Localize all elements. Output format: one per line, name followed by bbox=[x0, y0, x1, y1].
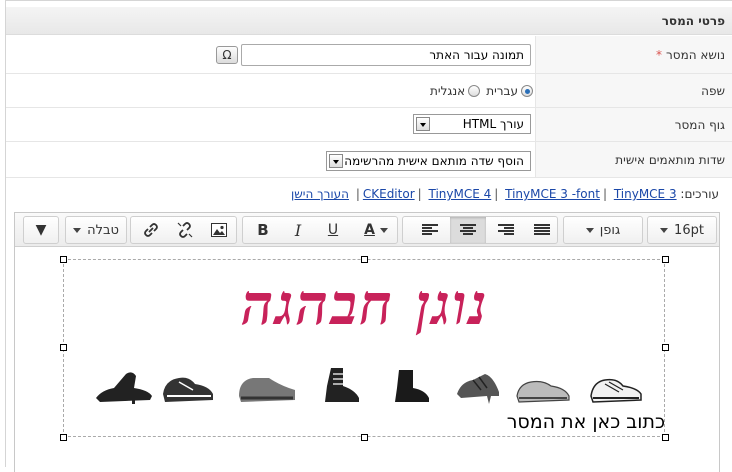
resize-handle[interactable] bbox=[60, 344, 67, 351]
table-dropdown[interactable]: טבלה bbox=[65, 216, 127, 244]
link-icon bbox=[144, 223, 158, 237]
align-justify-button[interactable] bbox=[525, 217, 558, 243]
radio-icon[interactable] bbox=[468, 84, 481, 97]
custom-fields-select[interactable]: הוסף שדה מותאם אישית מהרשימה bbox=[326, 151, 531, 171]
image-icon bbox=[211, 223, 227, 237]
custom-fields-selected: הוסף שדה מותאם אישית מהרשימה bbox=[344, 154, 524, 168]
panel-title: פרטי המסר bbox=[6, 7, 732, 35]
italic-icon: I bbox=[294, 220, 302, 240]
font-size-value: 16pt bbox=[674, 222, 704, 238]
shoe-icon bbox=[590, 378, 642, 403]
resize-handle[interactable] bbox=[662, 344, 669, 351]
formatting-group: A U I B bbox=[242, 216, 398, 244]
caret-down-icon bbox=[73, 227, 82, 233]
bold-icon: B bbox=[257, 221, 269, 239]
font-family-value: גופן bbox=[599, 222, 621, 238]
editor-content-area[interactable]: נוגן חבהגה כתוב כאן את המסר bbox=[15, 248, 719, 472]
underline-button[interactable]: U bbox=[318, 217, 348, 243]
radio-hebrew-label: עברית bbox=[486, 83, 518, 98]
resize-handle[interactable] bbox=[662, 256, 669, 263]
align-left-button[interactable] bbox=[412, 217, 448, 243]
body-row: גוף המסר עורך HTML bbox=[6, 108, 732, 142]
subject-label: נושא המסר bbox=[666, 47, 725, 62]
radio-icon[interactable] bbox=[521, 84, 533, 97]
underline-icon: U bbox=[327, 222, 339, 238]
language-radio-group: עברית אנגלית bbox=[430, 74, 533, 107]
font-family-dropdown[interactable]: גופן bbox=[563, 216, 643, 244]
caret-down-icon bbox=[660, 227, 669, 233]
special-char-button[interactable]: Ω bbox=[216, 46, 238, 64]
caret-down-icon bbox=[585, 227, 594, 233]
body-editor-select[interactable]: עורך HTML bbox=[413, 114, 531, 134]
editor-link-tinymce4[interactable]: TinyMCE 4 bbox=[429, 187, 492, 201]
text-color-button[interactable]: A bbox=[355, 217, 397, 243]
resize-handle[interactable] bbox=[60, 434, 67, 441]
align-left-icon bbox=[422, 224, 438, 236]
unlink-icon bbox=[177, 222, 193, 238]
body-label: גוף המסר bbox=[674, 117, 725, 132]
radio-english[interactable]: אנגלית bbox=[430, 83, 481, 98]
alignment-group bbox=[402, 216, 558, 244]
editor-toolbar: 16pt גופן A U I B טבלה ▼ bbox=[15, 213, 719, 247]
align-right-button[interactable] bbox=[488, 217, 524, 243]
custom-fields-label: שדות מותאמים אישית bbox=[615, 152, 725, 167]
shoe-icon bbox=[239, 378, 295, 402]
chevron-down-icon: ▼ bbox=[35, 222, 47, 238]
subject-input[interactable] bbox=[241, 44, 531, 66]
shoe-icon bbox=[96, 372, 152, 404]
shoe-icon bbox=[163, 377, 213, 402]
align-center-button[interactable] bbox=[450, 217, 486, 243]
editor-link-ckeditor[interactable]: CKEditor bbox=[363, 187, 415, 201]
unlink-button[interactable] bbox=[169, 217, 201, 243]
more-button[interactable]: ▼ bbox=[26, 217, 56, 243]
insert-image-button[interactable] bbox=[203, 217, 235, 243]
text-color-icon: A bbox=[364, 222, 375, 238]
editors-links-row: עורכים: CKEditor | TinyMCE 4 | TinyMCE 3 -… bbox=[291, 187, 719, 201]
message-details-panel: פרטי המסר נושא המסר * Ω שפה עברית אנג bbox=[5, 0, 732, 472]
radio-english-label: אנגלית bbox=[430, 83, 466, 98]
body-content: עורך HTML bbox=[6, 108, 536, 141]
resize-handle[interactable] bbox=[662, 434, 669, 441]
radio-hebrew[interactable]: עברית bbox=[486, 84, 533, 98]
custom-fields-content: הוסף שדה מותאם אישית מהרשימה bbox=[6, 142, 536, 177]
logo-text: נוגן חבהגה bbox=[241, 272, 489, 338]
body-editor-selected: עורך HTML bbox=[462, 117, 524, 131]
align-center-icon bbox=[460, 224, 476, 236]
subject-label-wrap: נושא המסר * bbox=[656, 36, 725, 73]
language-row: שפה עברית אנגלית bbox=[6, 74, 732, 108]
shoe-icon bbox=[395, 370, 429, 402]
omega-icon: Ω bbox=[222, 48, 232, 62]
align-right-icon bbox=[498, 224, 514, 236]
caret-down-icon bbox=[379, 227, 388, 233]
more-dropdown[interactable]: ▼ bbox=[23, 216, 59, 244]
bold-button[interactable]: B bbox=[248, 217, 278, 243]
editor-link-old[interactable]: העורך הישן bbox=[291, 187, 349, 201]
resize-handle[interactable] bbox=[60, 256, 67, 263]
logo-image[interactable]: נוגן חבהגה bbox=[67, 262, 663, 412]
shoe-icon bbox=[516, 380, 570, 403]
link-button[interactable] bbox=[135, 217, 167, 243]
shoe-icon bbox=[457, 374, 499, 404]
editor-link-tinymce3[interactable]: TinyMCE 3 bbox=[614, 187, 677, 201]
rich-text-editor: 16pt גופן A U I B טבלה ▼ נוגן חבהגה כתוב… bbox=[14, 212, 720, 472]
shoe-icon bbox=[325, 368, 359, 402]
message-body-text[interactable]: כתוב כאן את המסר bbox=[507, 411, 665, 433]
subject-row: נושא המסר * Ω bbox=[6, 36, 732, 74]
align-justify-icon bbox=[533, 224, 550, 236]
dropdown-arrow-icon[interactable] bbox=[329, 154, 343, 168]
required-mark: * bbox=[656, 47, 663, 62]
editors-label: עורכים: bbox=[680, 187, 719, 201]
font-size-dropdown[interactable]: 16pt bbox=[647, 216, 717, 244]
language-content: עברית אנגלית bbox=[6, 74, 536, 107]
editor-link-tinymce3-font[interactable]: TinyMCE 3 -font bbox=[505, 187, 600, 201]
language-label: שפה bbox=[701, 83, 725, 98]
insert-group bbox=[130, 216, 237, 244]
subject-content: Ω bbox=[6, 36, 536, 73]
custom-fields-row: שדות מותאמים אישית הוסף שדה מותאם אישית … bbox=[6, 142, 732, 178]
resize-handle[interactable] bbox=[361, 434, 368, 441]
italic-button[interactable]: I bbox=[283, 217, 313, 243]
table-label: טבלה bbox=[87, 222, 119, 238]
dropdown-arrow-icon[interactable] bbox=[416, 117, 430, 131]
